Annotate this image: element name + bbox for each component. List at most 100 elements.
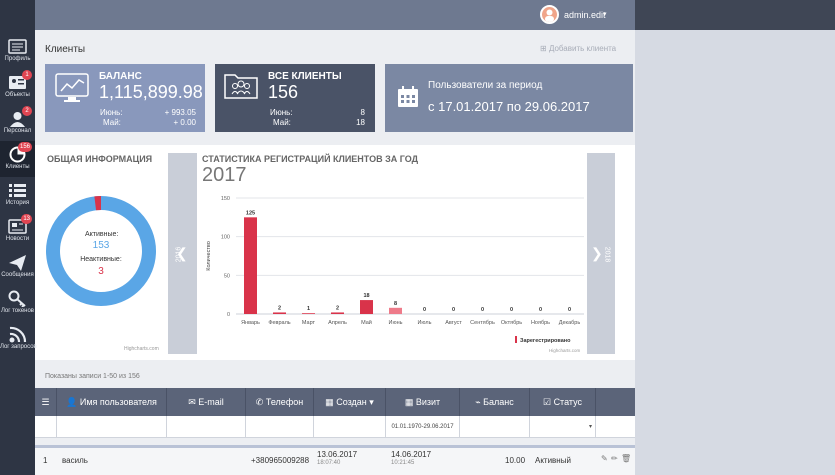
sidebar-item-label: Лог токенов (0, 308, 34, 314)
sidebar-item-label: Новости (5, 236, 30, 242)
trash-icon[interactable]: 🗑 (621, 454, 631, 463)
col-email[interactable]: ✉ E-mail (167, 388, 246, 416)
sidebar-item-1[interactable]: Объекты 1 (0, 69, 35, 105)
sidebar-item-8[interactable]: Лог запросов (0, 321, 37, 357)
bar-5 (389, 307, 402, 314)
user-icon: 👤 (66, 397, 78, 407)
add-client-button[interactable]: ⊞ Добавить клиента (540, 44, 616, 53)
data-label-7: 0 (452, 307, 455, 313)
stats-year: 2017 (202, 164, 247, 186)
y-axis-label: Количество (206, 241, 212, 271)
avatar (540, 5, 559, 24)
data-label-9: 0 (510, 307, 513, 313)
row-number: 1 (43, 456, 48, 465)
data-label-4: 18 (363, 293, 369, 299)
x-tick-label-5: Июнь (389, 320, 403, 326)
sidebar-item-4[interactable]: История (0, 177, 35, 213)
filter-username-input[interactable] (57, 416, 167, 438)
records-summary: Показаны записи 1-50 из 156 (45, 373, 140, 380)
sidebar-item-0[interactable]: Профиль (0, 33, 35, 69)
profile-card-icon (8, 39, 27, 54)
period-title: Пользователи за период (428, 80, 543, 91)
sidebar-badge: 156 (17, 142, 32, 152)
x-tick-label-6: Июль (417, 320, 431, 326)
row-username: василь (62, 456, 88, 465)
data-label-6: 0 (423, 307, 426, 313)
key-icon (8, 290, 26, 307)
col-status[interactable]: ☑ Статус (530, 388, 596, 416)
column-menu-button[interactable]: ☰ (35, 388, 57, 416)
filter-created-input[interactable] (314, 416, 386, 438)
balance-card: БАЛАНС 1,115,899.98 Июнь: + 993.05 Май: … (45, 64, 205, 132)
col-balance[interactable]: ⌁ Баланс (460, 388, 530, 416)
filter-visit-input[interactable]: 01.01.1970-29.06.2017 (386, 416, 460, 438)
data-label-1: 2 (278, 305, 281, 311)
period-card[interactable]: Пользователи за период с 17.01.2017 по 2… (385, 64, 633, 132)
chart-line-icon: ⌁ (475, 397, 481, 407)
data-label-5: 8 (394, 301, 397, 307)
filter-status-select[interactable]: ▾ (530, 416, 596, 438)
next-year-button[interactable]: ❯ 2018 (587, 153, 615, 354)
filter-email-input[interactable] (167, 416, 246, 438)
balance-row2-value: + 0.00 (173, 118, 196, 127)
bar-4 (360, 300, 373, 314)
calendar-icon (398, 86, 418, 107)
filter-phone-input[interactable] (246, 416, 314, 438)
status-donut-chart (46, 196, 156, 306)
active-value: 153 (92, 240, 110, 251)
sidebar-item-label: Клиенты (5, 164, 30, 170)
edit-icon[interactable]: ✏ (611, 454, 618, 463)
general-info-title: ОБЩАЯ ИНФОРМАЦИЯ (47, 154, 153, 164)
filter-row: 01.01.1970-29.06.2017 ▾ (35, 416, 635, 438)
col-username[interactable]: 👤 Имя пользователя (57, 388, 167, 416)
sidebar-item-label: Сообщения (1, 272, 34, 278)
col-phone[interactable]: ✆ Телефон (246, 388, 314, 416)
row-created-time: 18:07:40 (317, 460, 341, 466)
x-tick-label-11: Декабрь (559, 320, 581, 326)
prev-year-button[interactable]: ❮ 2016 (168, 153, 197, 354)
user-name: admin.edit (564, 10, 606, 20)
sidebar-item-2[interactable]: Персонал 2 (0, 105, 35, 141)
col-visit[interactable]: ▦ Визит (386, 388, 460, 416)
history-list-icon (9, 184, 26, 197)
row-created-date: 13.06.2017 (317, 450, 358, 459)
y-tick-label: 50 (224, 273, 230, 279)
calendar-icon: ▦ (404, 397, 414, 407)
list-icon: ☰ (41, 397, 50, 407)
col-created[interactable]: ▦ Создан ▾ (314, 388, 386, 416)
sidebar-item-6[interactable]: Сообщения (0, 249, 35, 285)
attach-icon[interactable]: ✎ (601, 454, 608, 463)
clients-row1-value: 8 (360, 108, 365, 117)
balance-row1-value: + 993.05 (164, 108, 196, 117)
bar-1 (273, 312, 286, 314)
inactive-label: Неактивные: (80, 256, 122, 263)
table-row[interactable]: 1 василь +380965009288 13.06.2017 18:07:… (35, 445, 635, 475)
sidebar-badge: 1 (22, 70, 32, 80)
sidebar-badge: 13 (21, 214, 32, 224)
balance-row1-label: Июнь: (100, 108, 123, 117)
inactive-value: 3 (98, 266, 104, 277)
y-tick-label: 100 (221, 235, 230, 241)
sidebar-item-7[interactable]: Лог токенов (0, 285, 35, 321)
x-tick-label-9: Октябрь (501, 320, 522, 326)
prev-year-label: 2016 (175, 246, 183, 263)
balance-value: 1,115,899.98 (99, 82, 203, 102)
sidebar-item-5[interactable]: Новости 13 (0, 213, 35, 249)
sidebar-item-label: Объекты (5, 92, 30, 98)
donut-credit: Highcharts.com (124, 346, 159, 352)
check-square-icon: ☑ (542, 397, 552, 407)
balance-row2-label: Май: (103, 118, 121, 127)
filter-balance-input[interactable] (460, 416, 530, 438)
data-label-11: 0 (568, 307, 571, 313)
sort-down-icon: ▾ (369, 397, 374, 407)
send-icon (9, 255, 26, 271)
rss-icon (9, 326, 27, 343)
registrations-bar-chart: 0 50 100 150 Количество 125 Январь 2 Февраль 1 Мар… (206, 196, 584, 353)
sidebar-item-3[interactable]: Клиенты 156 (0, 141, 35, 177)
bar-chart-credit: Highcharts.com (549, 348, 581, 353)
bar-2 (302, 313, 315, 314)
row-phone: +380965009288 (251, 456, 310, 465)
legend-label: Зарегестрировано (520, 338, 571, 344)
sidebar-badge: 2 (22, 106, 32, 116)
clients-title: ВСЕ КЛИЕНТЫ (268, 71, 342, 82)
